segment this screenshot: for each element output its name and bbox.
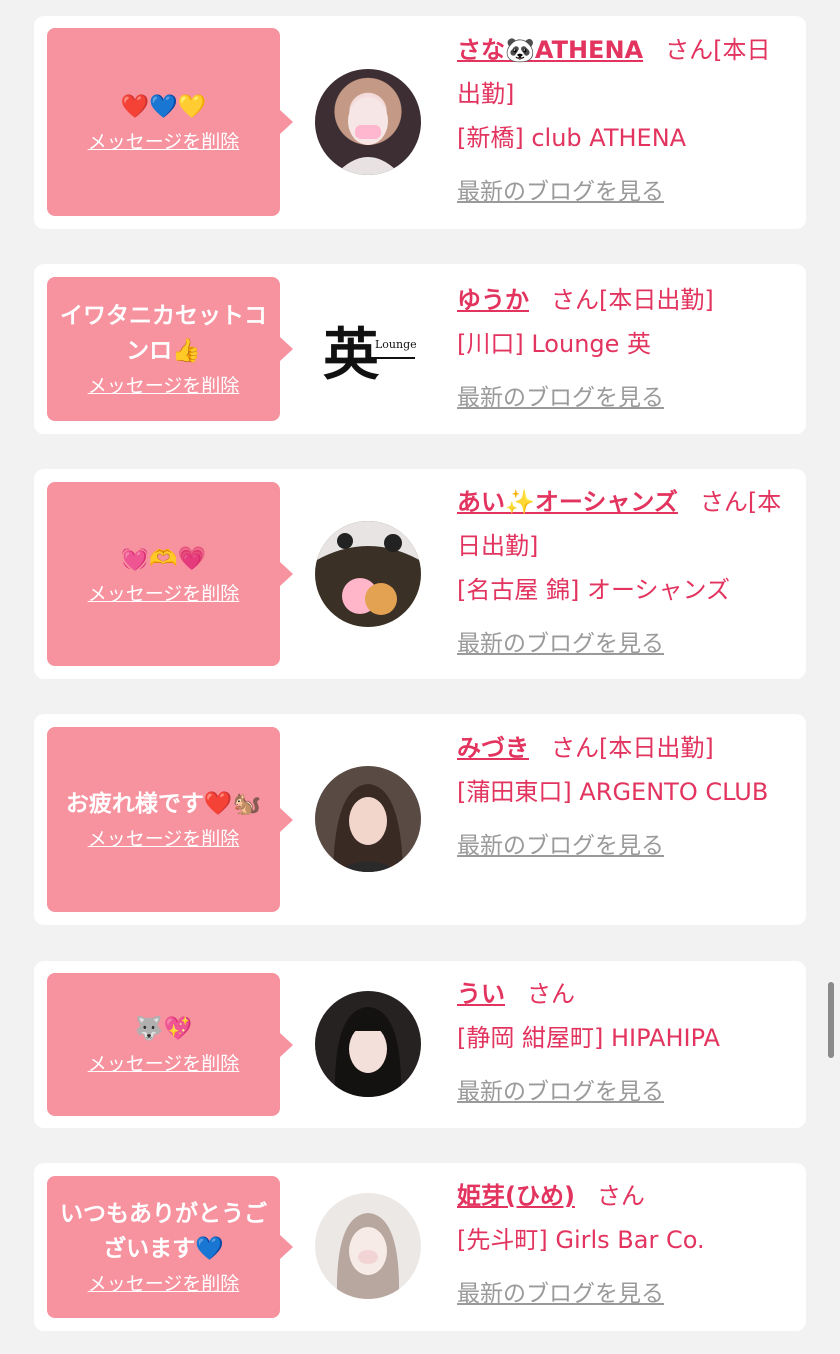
shop-name: [川口] Lounge 英 xyxy=(457,330,652,358)
avatar[interactable]: 英 Lounge xyxy=(315,296,421,402)
cast-status: さん[本日出勤] xyxy=(551,734,714,762)
cast-status: さん xyxy=(527,980,575,1008)
shop-name: [新橋] club ATHENA xyxy=(457,124,687,152)
message-text: いつもありがとうございます💙 xyxy=(60,1201,267,1262)
cast-name-link[interactable]: さな🐼ATHENA xyxy=(457,36,643,64)
message-card: 💓🫶💗 メッセージを削除 あい✨オーシャンズ さん[本日出勤] [名古屋 錦] オ… xyxy=(34,469,806,679)
lounge-logo: 英 Lounge xyxy=(323,322,417,388)
cast-name-link[interactable]: 姫芽(ひめ) xyxy=(457,1182,575,1210)
cast-info: さな🐼ATHENA さん[本日出勤] [新橋] club ATHENA 最新のブロ… xyxy=(457,28,787,214)
message-card: お疲れ様です❤️🐿️ メッセージを削除 みづき さん[本日出勤] [蒲田東口] A… xyxy=(34,714,806,925)
message-card: ❤️💙💛 メッセージを削除 さな🐼ATHENA さん[本日出勤] [新橋] clu… xyxy=(34,16,806,229)
delete-message-link[interactable]: メッセージを削除 xyxy=(88,826,240,852)
cast-info: あい✨オーシャンズ さん[本日出勤] [名古屋 錦] オーシャンズ 最新のブログを… xyxy=(457,480,787,666)
message-text: 🐺💖 xyxy=(134,1016,193,1042)
cast-status: さん[本日出勤] xyxy=(551,286,714,314)
delete-message-link[interactable]: メッセージを削除 xyxy=(88,129,240,155)
avatar-photo xyxy=(334,1007,402,1097)
avatar[interactable] xyxy=(315,69,421,175)
shop-name: [蒲田東口] ARGENTO CLUB xyxy=(457,778,769,806)
cast-name-link[interactable]: あい✨オーシャンズ xyxy=(457,488,678,516)
shop-name: [静岡 紺屋町] HIPAHIPA xyxy=(457,1024,720,1052)
delete-message-link[interactable]: メッセージを削除 xyxy=(88,1271,240,1297)
logo-text: Lounge xyxy=(375,338,417,351)
message-text: イワタニカセットコンロ👍 xyxy=(60,303,267,364)
message-bubble: 🐺💖 メッセージを削除 xyxy=(47,973,293,1116)
avatar-photo xyxy=(335,97,401,175)
cast-name-link[interactable]: ゆうか xyxy=(457,286,529,314)
cast-info: うい さん [静岡 紺屋町] HIPAHIPA 最新のブログを見る xyxy=(457,972,787,1114)
blog-link[interactable]: 最新のブログを見る xyxy=(457,170,664,214)
message-card: 🐺💖 メッセージを削除 うい さん [静岡 紺屋町] HIPAHIPA 最新のブロ… xyxy=(34,961,806,1128)
delete-message-link[interactable]: メッセージを削除 xyxy=(88,373,240,399)
cast-info: 姫芽(ひめ) さん [先斗町] Girls Bar Co. 最新のブログを見る xyxy=(457,1174,787,1316)
cast-name-link[interactable]: うい xyxy=(457,980,505,1008)
message-bubble: お疲れ様です❤️🐿️ メッセージを削除 xyxy=(47,727,293,912)
logo-kanji: 英 xyxy=(323,322,380,388)
blog-link[interactable]: 最新のブログを見る xyxy=(457,1070,664,1114)
message-card: いつもありがとうございます💙 メッセージを削除 姫芽(ひめ) さん [先斗町] G… xyxy=(34,1163,806,1331)
avatar-photo xyxy=(333,784,403,872)
avatar[interactable] xyxy=(315,521,421,627)
blog-link[interactable]: 最新のブログを見る xyxy=(457,622,664,666)
message-text: ❤️💙💛 xyxy=(120,93,207,120)
cast-status: さん xyxy=(596,1182,645,1210)
avatar-photo xyxy=(336,1213,400,1299)
message-bubble: イワタニカセットコンロ👍 メッセージを削除 xyxy=(47,277,293,421)
delete-message-link[interactable]: メッセージを削除 xyxy=(88,581,240,607)
delete-message-link[interactable]: メッセージを削除 xyxy=(88,1051,240,1077)
message-card: イワタニカセットコンロ👍 メッセージを削除 英 Lounge ゆうか さん[本日出… xyxy=(34,264,806,434)
message-text: 💓🫶💗 xyxy=(120,545,207,572)
avatar[interactable] xyxy=(315,1193,421,1299)
cast-name-link[interactable]: みづき xyxy=(457,734,529,762)
scrollbar[interactable] xyxy=(828,982,834,1058)
avatar-photo xyxy=(315,521,421,615)
message-bubble: いつもありがとうございます💙 メッセージを削除 xyxy=(47,1176,293,1318)
message-text: お疲れ様です❤️🐿️ xyxy=(65,791,262,817)
cast-info: みづき さん[本日出勤] [蒲田東口] ARGENTO CLUB 最新のブログを見… xyxy=(457,726,787,868)
blog-link[interactable]: 最新のブログを見る xyxy=(457,376,664,420)
shop-name: [先斗町] Girls Bar Co. xyxy=(457,1226,705,1254)
avatar[interactable] xyxy=(315,766,421,872)
avatar[interactable] xyxy=(315,991,421,1097)
message-bubble: 💓🫶💗 メッセージを削除 xyxy=(47,482,293,666)
blog-link[interactable]: 最新のブログを見る xyxy=(457,824,664,868)
shop-name: [名古屋 錦] オーシャンズ xyxy=(457,576,731,604)
message-bubble: ❤️💙💛 メッセージを削除 xyxy=(47,28,293,216)
cast-info: ゆうか さん[本日出勤] [川口] Lounge 英 最新のブログを見る xyxy=(457,278,787,420)
blog-link[interactable]: 最新のブログを見る xyxy=(457,1272,664,1316)
